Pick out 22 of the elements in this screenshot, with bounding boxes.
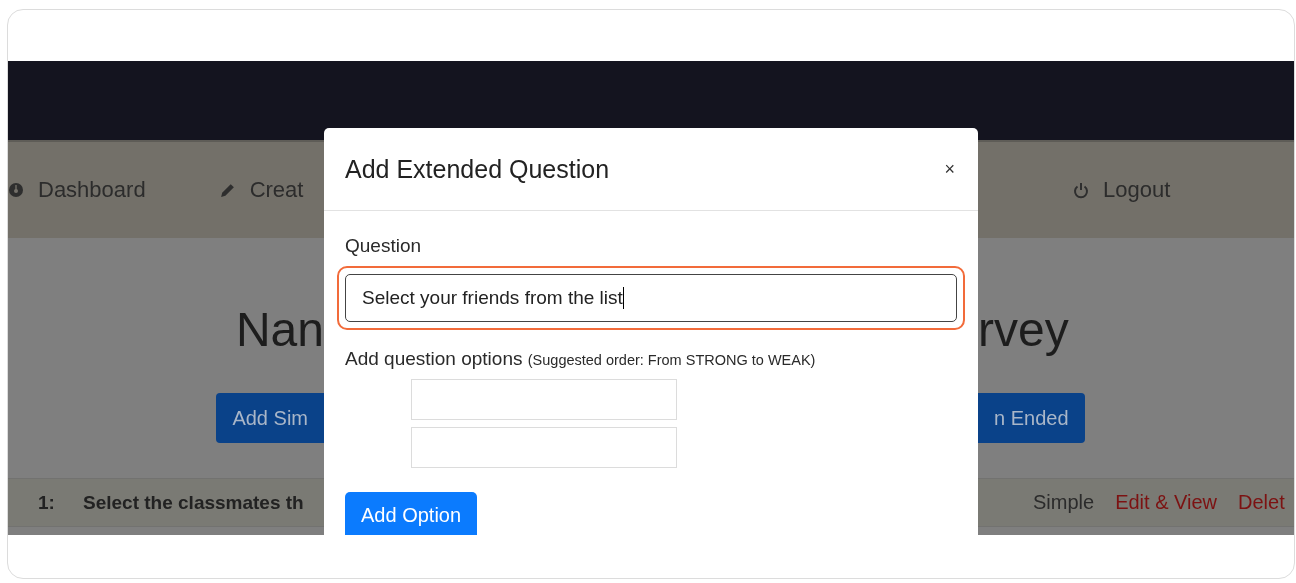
add-question-button[interactable]: Add Sim bbox=[216, 393, 324, 443]
page-heading: Nan bbox=[235, 302, 324, 358]
option-input-field[interactable] bbox=[411, 427, 677, 468]
page-heading: rvey bbox=[978, 302, 1069, 358]
modal-title: Add Extended Question bbox=[345, 154, 610, 184]
option-input-field[interactable] bbox=[411, 379, 677, 420]
pencil-icon bbox=[218, 181, 236, 199]
question-type: Simple bbox=[1033, 491, 1095, 514]
question-text: Select the classmates th bbox=[83, 491, 304, 514]
field-label: Add question options (Suggested order: From STRONG to WEAK) bbox=[345, 348, 817, 370]
question-input-field[interactable]: Select your friends from the list bbox=[345, 274, 957, 322]
row-link[interactable]: Edit & View bbox=[1115, 491, 1218, 514]
nav-link[interactable]: Dashboard bbox=[8, 177, 146, 203]
close-button[interactable]: × bbox=[942, 158, 957, 180]
add-option-button[interactable]: Add Option bbox=[345, 492, 478, 535]
field-label: Question bbox=[345, 235, 423, 257]
row-link[interactable]: Delet bbox=[1238, 491, 1285, 514]
add-question-button[interactable]: n Ended bbox=[978, 393, 1085, 443]
nav-link[interactable]: Logout bbox=[1073, 177, 1171, 203]
question-number: 1: bbox=[38, 491, 56, 514]
power-icon bbox=[1073, 181, 1089, 199]
nav-link[interactable]: Creat bbox=[218, 177, 304, 203]
